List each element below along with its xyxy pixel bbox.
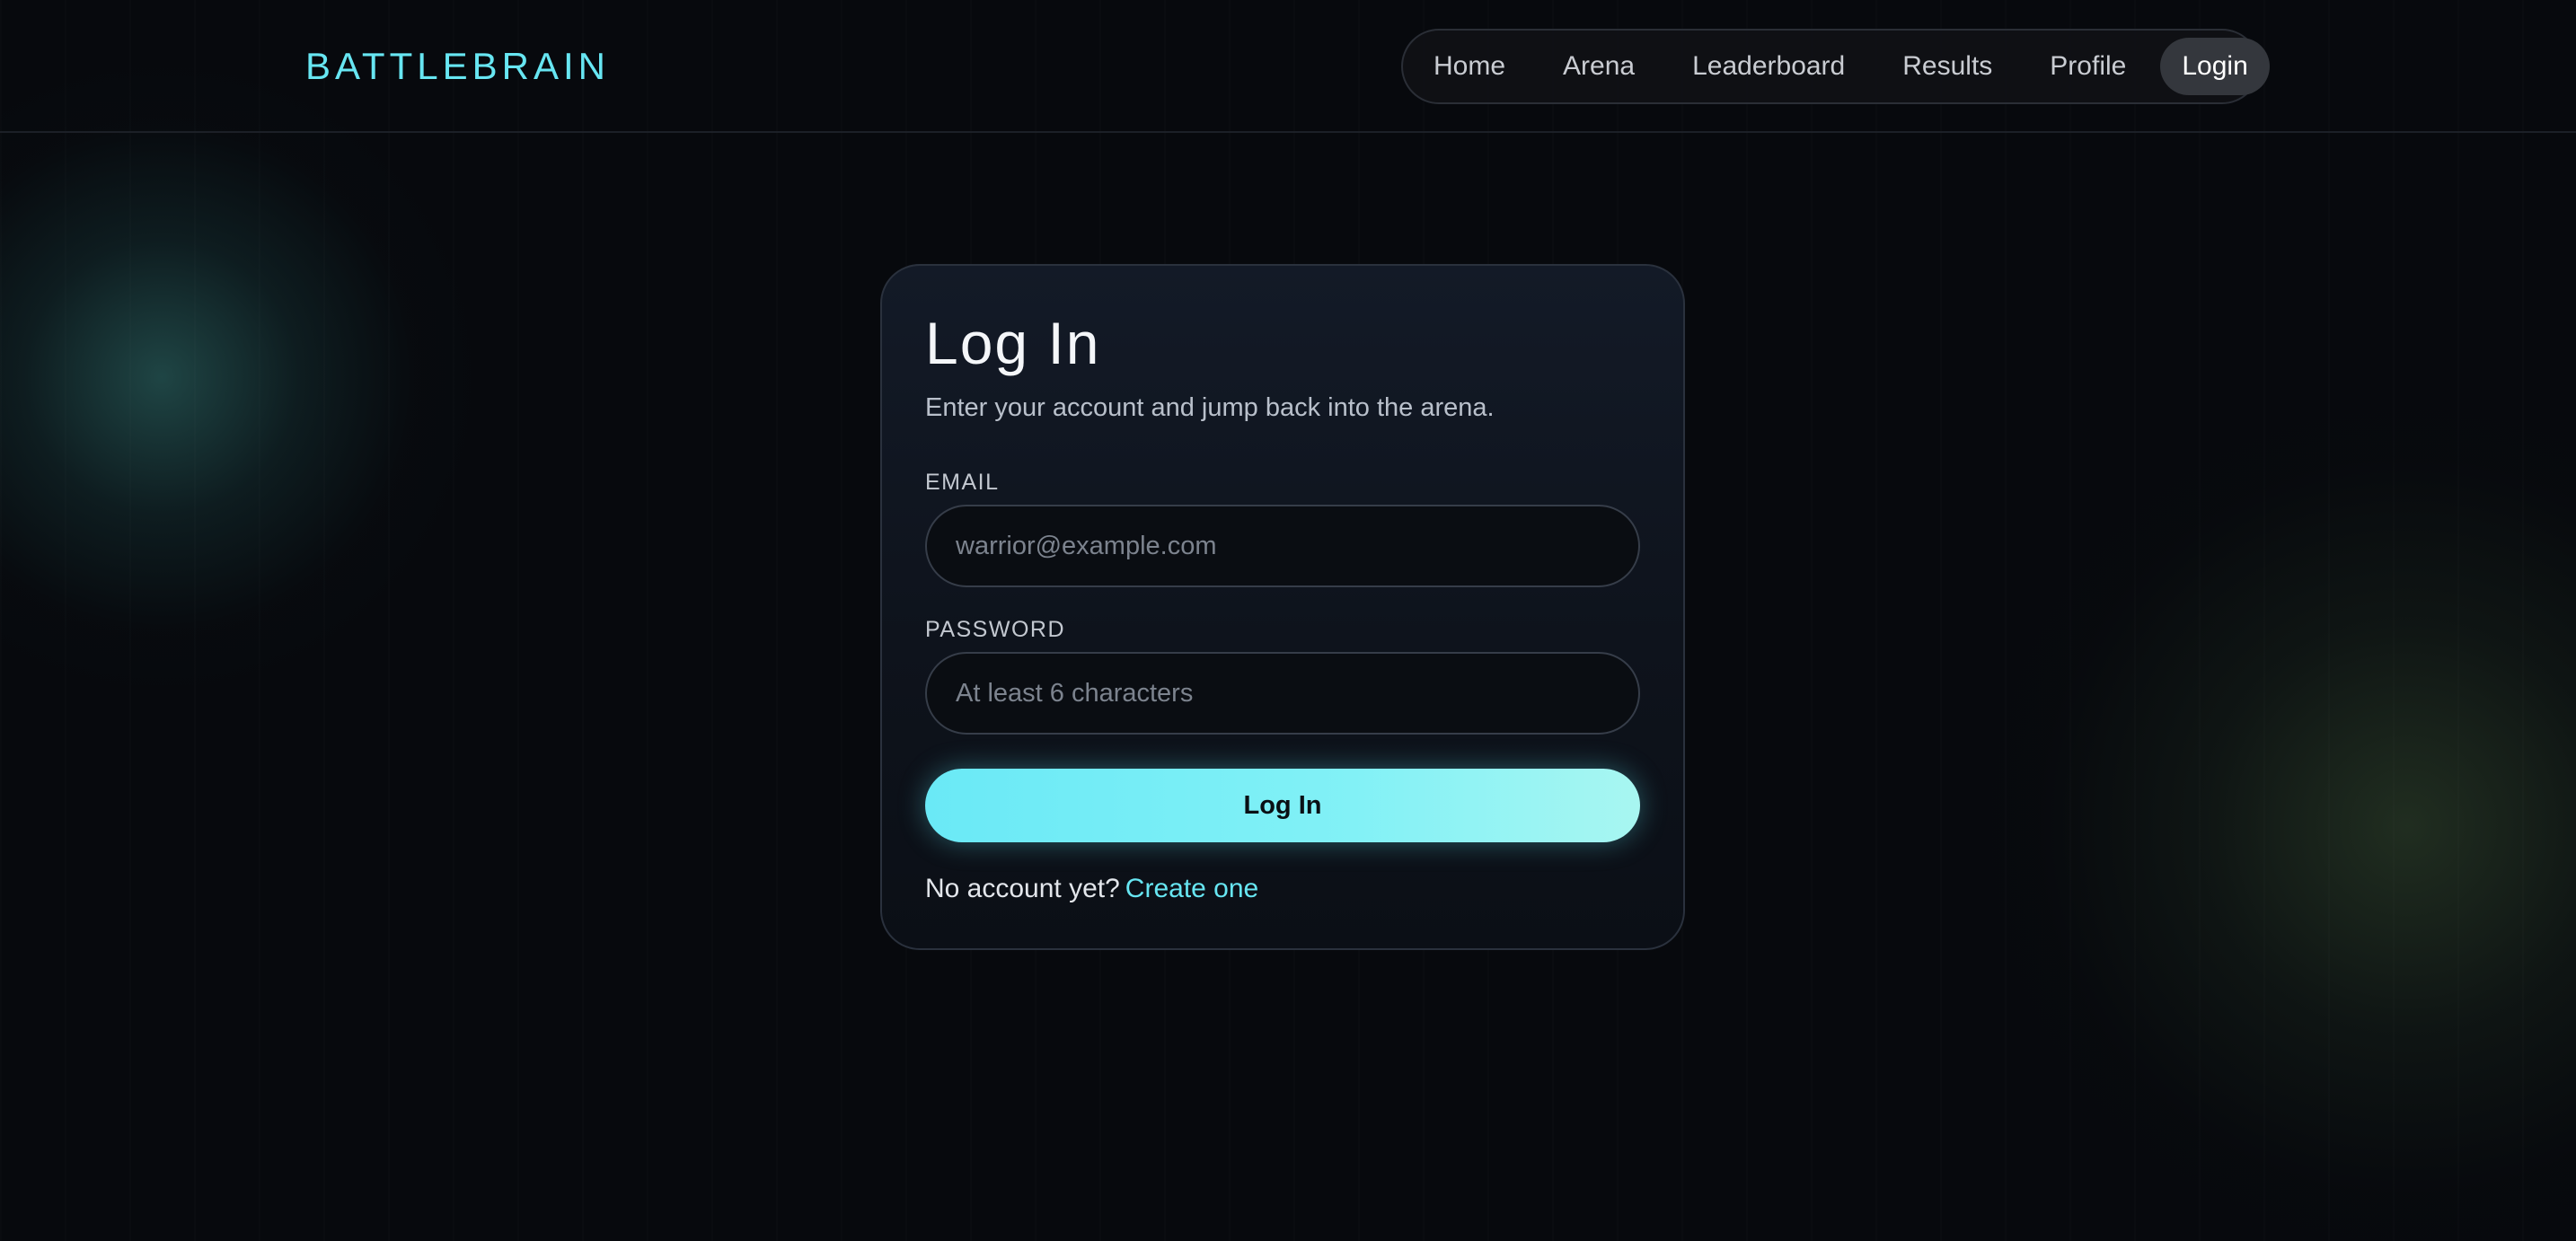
email-label: EMAIL [925, 470, 1000, 495]
nav-item-arena[interactable]: Arena [1539, 38, 1658, 95]
password-field[interactable] [925, 652, 1640, 735]
nav-item-login[interactable]: Login [2160, 38, 2270, 95]
nav-item-leaderboard[interactable]: Leaderboard [1669, 38, 1868, 95]
password-label: PASSWORD [925, 617, 1065, 642]
email-field[interactable] [925, 505, 1640, 587]
login-button[interactable]: Log In [925, 769, 1640, 842]
login-subtitle: Enter your account and jump back into th… [925, 393, 1495, 422]
login-card: Log In Enter your account and jump back … [880, 264, 1685, 950]
nav-item-results[interactable]: Results [1879, 38, 2016, 95]
main-nav: Home Arena Leaderboard Results Profile L… [1401, 29, 2270, 104]
signup-prompt: No account yet? [925, 874, 1120, 903]
login-title: Log In [925, 310, 1101, 376]
nav-item-profile[interactable]: Profile [2026, 38, 2149, 95]
signup-row: No account yet? Create one [925, 871, 1258, 907]
top-header: BATTLEBRAIN Home Arena Leaderboard Resul… [0, 0, 2576, 133]
create-account-link[interactable]: Create one [1125, 874, 1258, 903]
page: BATTLEBRAIN Home Arena Leaderboard Resul… [0, 0, 2576, 1241]
nav-item-home[interactable]: Home [1410, 38, 1529, 95]
brand-logo[interactable]: BATTLEBRAIN [305, 43, 610, 90]
